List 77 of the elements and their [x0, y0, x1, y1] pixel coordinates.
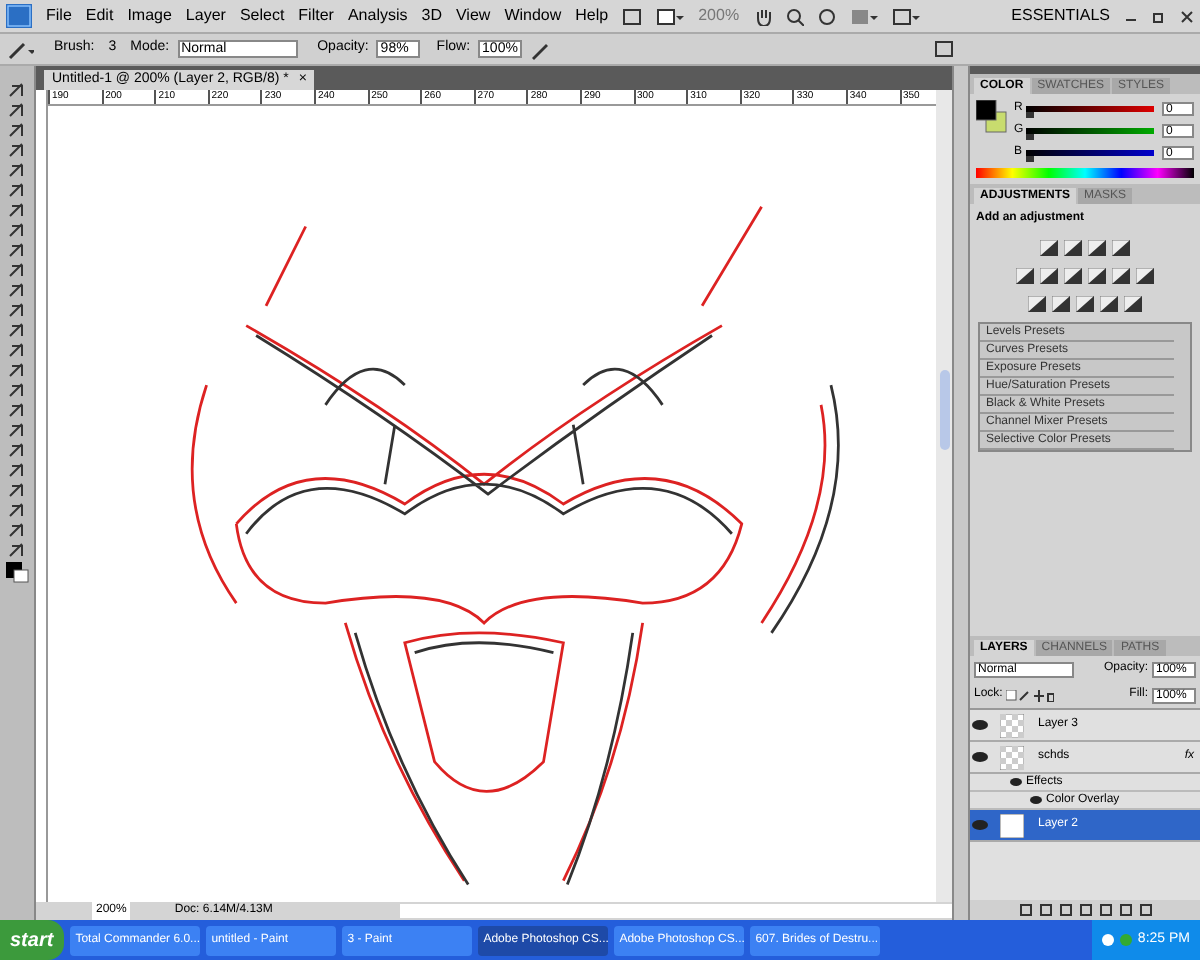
- tool-icon[interactable]: [8, 382, 26, 398]
- tool-icon[interactable]: [8, 102, 26, 118]
- eye-icon[interactable]: [972, 720, 988, 730]
- menu-item[interactable]: View: [455, 4, 491, 28]
- eye-icon[interactable]: [972, 752, 988, 762]
- vertical-scrollbar[interactable]: [936, 90, 952, 902]
- menu-item[interactable]: Window: [504, 4, 562, 28]
- tool-icon[interactable]: [8, 302, 26, 318]
- adjustment-icon[interactable]: [1016, 268, 1034, 284]
- tool-icon[interactable]: [8, 142, 26, 158]
- tool-icon[interactable]: [8, 242, 26, 258]
- color-swatches-icon[interactable]: [5, 562, 29, 584]
- tool-icon[interactable]: [8, 402, 26, 418]
- menu-item[interactable]: Edit: [85, 4, 114, 28]
- slider-thumb[interactable]: [1026, 156, 1034, 162]
- canvas[interactable]: [48, 106, 936, 902]
- adjustment-icon[interactable]: [1136, 268, 1154, 284]
- tool-icon[interactable]: [8, 502, 26, 518]
- tool-icon[interactable]: [8, 422, 26, 438]
- color-spectrum-bar[interactable]: [976, 168, 1194, 178]
- arrange-documents-icon[interactable]: [849, 7, 878, 25]
- screen-mode-icon[interactable]: [891, 7, 920, 25]
- adjustment-icon[interactable]: [1088, 240, 1106, 256]
- tool-icon[interactable]: [8, 522, 26, 538]
- hand-icon[interactable]: [753, 7, 772, 25]
- tool-icon[interactable]: [8, 202, 26, 218]
- adjustment-icon[interactable]: [1040, 240, 1058, 256]
- adjustment-icon[interactable]: [1124, 296, 1142, 312]
- adjustment-icon[interactable]: [1040, 268, 1058, 284]
- tool-icon[interactable]: [8, 182, 26, 198]
- tool-icon[interactable]: [8, 362, 26, 378]
- restore-icon[interactable]: [1152, 9, 1166, 23]
- workspace-switcher[interactable]: ESSENTIALS: [1011, 4, 1110, 28]
- layer-thumbnail[interactable]: [1000, 813, 1024, 837]
- tool-icon[interactable]: [8, 442, 26, 458]
- tool-icon[interactable]: [8, 282, 26, 298]
- layer-thumbnail[interactable]: [1000, 745, 1024, 769]
- tool-icon[interactable]: [8, 82, 26, 98]
- tool-icon[interactable]: [8, 162, 26, 178]
- adjustment-icon[interactable]: [1088, 268, 1106, 284]
- menu-item[interactable]: Analysis: [347, 4, 408, 28]
- brush-icon[interactable]: [6, 39, 34, 59]
- adjustment-icon[interactable]: [1076, 296, 1094, 312]
- tool-icon[interactable]: [8, 322, 26, 338]
- tool-icon[interactable]: [8, 462, 26, 478]
- slider-thumb[interactable]: [1026, 112, 1034, 118]
- tool-icon[interactable]: [8, 122, 26, 138]
- menu-item[interactable]: Help: [575, 4, 609, 28]
- menu-item[interactable]: Image: [127, 4, 172, 28]
- adjustment-icon[interactable]: [1064, 240, 1082, 256]
- color-slider-track[interactable]: [1026, 128, 1154, 134]
- tool-icon[interactable]: [8, 342, 26, 358]
- tool-icon[interactable]: [8, 542, 26, 558]
- close-icon[interactable]: [1180, 9, 1194, 23]
- menu-item[interactable]: Layer: [185, 4, 226, 28]
- tool-icon[interactable]: [8, 262, 26, 278]
- horizontal-scrollbar[interactable]: [400, 904, 952, 918]
- adjustment-icon[interactable]: [1112, 268, 1130, 284]
- color-slider-track[interactable]: [1026, 150, 1154, 156]
- adjustment-icon[interactable]: [1064, 268, 1082, 284]
- adjustment-icon[interactable]: [1028, 296, 1046, 312]
- color-slider-track[interactable]: [1026, 106, 1154, 112]
- foreground-background-swatch-icon[interactable]: [976, 100, 1008, 136]
- adjustment-icon[interactable]: [1052, 296, 1070, 312]
- zoom-icon[interactable]: [785, 7, 804, 25]
- adjustment-icon[interactable]: [1112, 240, 1130, 256]
- menu-item[interactable]: Filter: [298, 4, 334, 28]
- start-button[interactable]: start: [0, 920, 64, 960]
- slider-thumb[interactable]: [1026, 134, 1034, 140]
- menu-item[interactable]: Select: [239, 4, 285, 28]
- menu-item[interactable]: File: [46, 4, 72, 28]
- adjustment-icon[interactable]: [1100, 296, 1118, 312]
- menu-item[interactable]: 3D: [421, 4, 442, 28]
- tool-icon[interactable]: [8, 482, 26, 498]
- tool-icon[interactable]: [8, 222, 26, 238]
- view-extras-icon[interactable]: [656, 7, 685, 25]
- layer-thumbnail[interactable]: [1000, 713, 1024, 737]
